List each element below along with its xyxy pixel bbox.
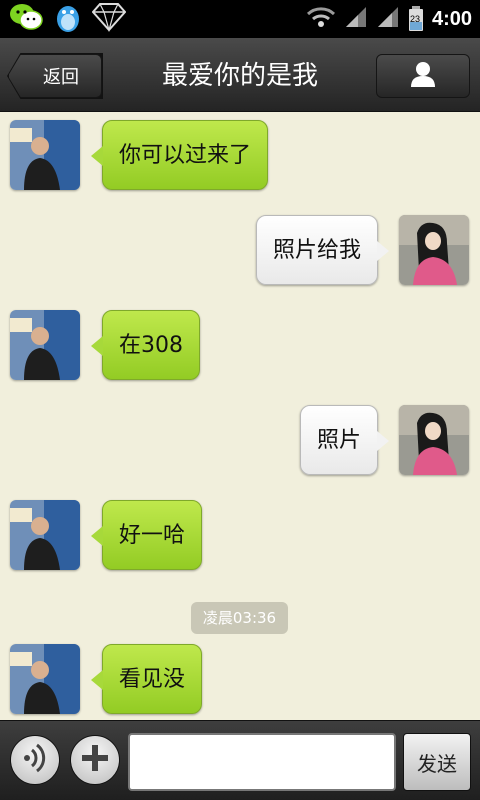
message-bubble-received[interactable]: 在308: [91, 310, 200, 380]
message-bubble-received[interactable]: 看见没: [90, 644, 203, 714]
contact-avatar[interactable]: [10, 310, 80, 380]
clock: 4:00: [431, 7, 472, 30]
signal-icon: [376, 5, 400, 33]
plus-icon: [79, 742, 111, 778]
contact-avatar[interactable]: [10, 500, 80, 570]
battery-icon: 23: [408, 6, 424, 32]
wechat-icon: [8, 2, 44, 36]
title-bar: 返回 最爱你的是我: [0, 38, 480, 112]
page-title: 最爱你的是我: [161, 61, 318, 91]
message-bubble-received[interactable]: 好一哈: [90, 500, 203, 570]
message-bubble-received[interactable]: 你可以过来了: [90, 120, 269, 190]
voice-button[interactable]: [10, 735, 60, 785]
message-timestamp: 凌晨03:36: [191, 602, 288, 634]
send-button[interactable]: 发送: [403, 733, 471, 791]
user-avatar[interactable]: [399, 405, 469, 475]
chat-area[interactable]: 你可以过来了 照片给我 在308 照片 好一哈 凌晨03:36 看见没: [0, 112, 480, 720]
signal-icon: [344, 5, 368, 33]
system-status: 23 4:00: [306, 0, 472, 38]
diamond-icon: [91, 2, 127, 36]
add-button[interactable]: [70, 735, 120, 785]
message-bubble-sent[interactable]: 照片给我: [255, 215, 390, 285]
qq-penguin-icon: [52, 1, 84, 37]
user-avatar[interactable]: [399, 215, 469, 285]
status-bar: 23 4:00: [0, 0, 480, 38]
notification-icons: [8, 1, 127, 37]
wifi-icon: [306, 5, 336, 33]
send-button-label: 发送: [417, 751, 457, 776]
back-button[interactable]: 返回: [8, 54, 102, 98]
message-bubble-sent[interactable]: 照片: [299, 405, 390, 475]
profile-button[interactable]: [376, 54, 470, 98]
back-button-label: 返回: [43, 67, 79, 88]
message-input[interactable]: [128, 733, 396, 791]
voice-icon: [20, 741, 50, 779]
contact-avatar[interactable]: [10, 644, 80, 714]
battery-level: 23: [409, 14, 420, 24]
person-icon: [408, 59, 438, 93]
contact-avatar[interactable]: [10, 120, 80, 190]
composer-bar: 发送: [0, 720, 480, 800]
